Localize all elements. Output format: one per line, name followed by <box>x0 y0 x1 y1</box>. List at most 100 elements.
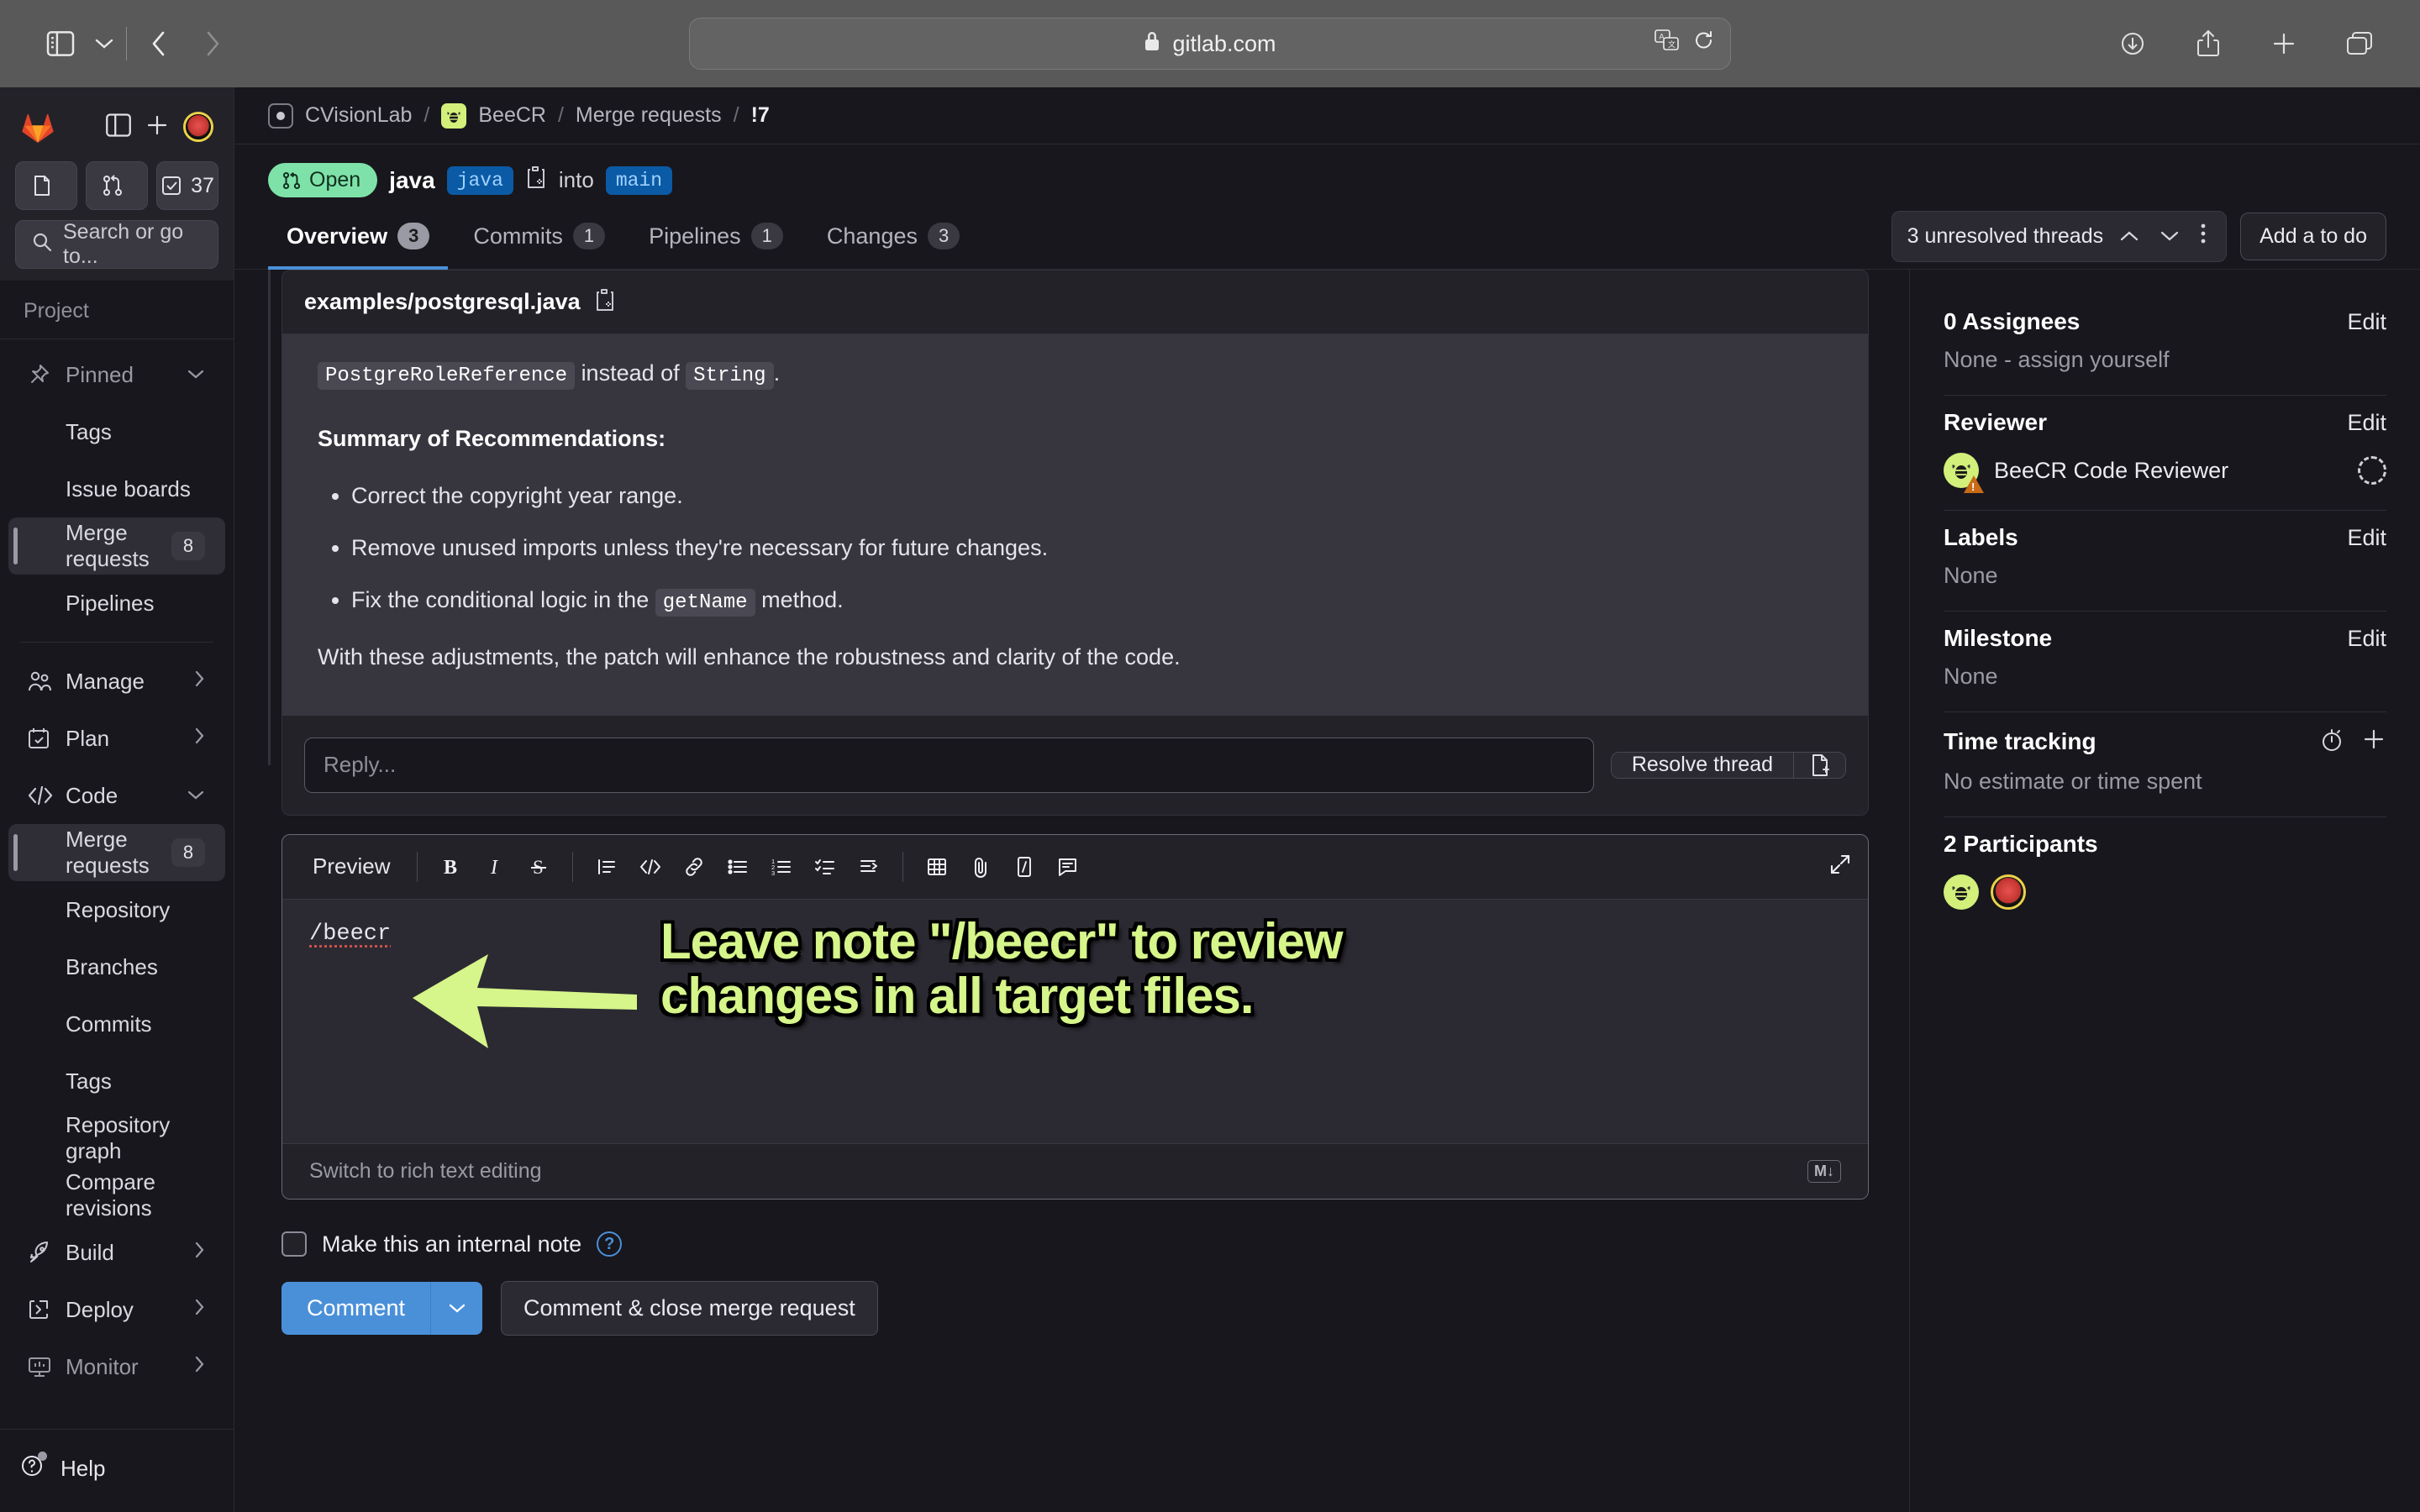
stopwatch-icon[interactable] <box>2319 726 2344 757</box>
sidebar-item-merge-requests-pinned[interactable]: Merge requests 8 <box>8 517 225 575</box>
discussion-filename[interactable]: examples/postgresql.java <box>304 289 581 315</box>
plus-icon[interactable] <box>2361 727 2386 756</box>
gitlab-logo-icon[interactable] <box>20 110 55 144</box>
comment-textarea[interactable]: /beecr Leave note "/beecr" to review cha… <box>282 899 1868 1143</box>
strikethrough-icon[interactable]: S <box>517 847 560 887</box>
chevron-down-icon[interactable] <box>187 365 205 385</box>
dashed-circle-icon[interactable] <box>2358 456 2386 485</box>
tab-changes[interactable]: Changes 3 <box>808 211 978 270</box>
sidebar-toggle-icon[interactable] <box>34 17 87 71</box>
bullet-list-icon[interactable] <box>716 847 760 887</box>
preview-toggle[interactable]: Preview <box>297 850 405 883</box>
plus-icon[interactable] <box>2257 17 2311 71</box>
indent-icon[interactable] <box>847 847 891 887</box>
chevron-right-icon[interactable] <box>193 1241 205 1264</box>
quote-icon[interactable] <box>585 847 629 887</box>
panel-toggle-icon[interactable] <box>106 113 131 141</box>
chevron-up-icon[interactable] <box>2115 224 2144 249</box>
sidebar-item-commits[interactable]: Commits <box>8 995 225 1053</box>
sidebar-item-pinned[interactable]: Pinned <box>8 346 225 403</box>
user-avatar[interactable] <box>183 112 213 142</box>
italic-icon[interactable]: I <box>473 847 517 887</box>
sidebar-item-help[interactable]: Help <box>0 1440 234 1497</box>
share-icon[interactable] <box>2181 17 2235 71</box>
switch-rich-text-link[interactable]: Switch to rich text editing <box>309 1159 542 1184</box>
sidebar-item-branches[interactable]: Branches <box>8 938 225 995</box>
tab-commits[interactable]: Commits 1 <box>455 211 623 270</box>
sidebar-item-monitor[interactable]: Monitor <box>8 1338 225 1395</box>
breadcrumb-section[interactable]: Merge requests <box>576 103 722 128</box>
help-circle-icon[interactable]: ? <box>597 1231 623 1257</box>
chevron-right-icon[interactable] <box>193 727 205 750</box>
back-arrow-icon[interactable] <box>132 17 186 71</box>
create-new-icon[interactable] <box>145 113 170 142</box>
add-todo-button[interactable]: Add a to do <box>2240 213 2386 260</box>
labels-edit-link[interactable]: Edit <box>2347 525 2386 551</box>
resolve-to-issue-icon[interactable] <box>1793 752 1845 778</box>
reviewer-edit-link[interactable]: Edit <box>2347 410 2386 436</box>
internal-note-checkbox[interactable] <box>281 1231 307 1257</box>
tab-overview[interactable]: Overview 3 <box>268 211 449 270</box>
chevron-down-icon[interactable] <box>2155 224 2184 249</box>
bee-avatar-icon[interactable] <box>1944 874 1979 910</box>
ellipsis-vertical-icon[interactable] <box>2196 222 2211 251</box>
resolve-thread-button[interactable]: Resolve thread <box>1611 752 1793 778</box>
downloads-icon[interactable] <box>2106 17 2160 71</box>
assignees-value[interactable]: None - assign yourself <box>1944 347 2386 373</box>
copy-path-icon[interactable] <box>594 287 616 317</box>
sidebar-item-repository-graph[interactable]: Repository graph <box>8 1110 225 1167</box>
address-bar[interactable]: gitlab.com A 文 <box>689 18 1731 70</box>
chevron-right-icon[interactable] <box>193 1298 205 1321</box>
reply-input[interactable]: Reply... <box>304 737 1594 793</box>
tab-overview-icon[interactable] <box>2333 17 2386 71</box>
merge-requests-pill[interactable] <box>86 161 148 210</box>
chevron-down-icon[interactable] <box>187 786 205 806</box>
translate-icon[interactable]: A 文 <box>1655 29 1680 59</box>
table-icon[interactable] <box>915 847 959 887</box>
bold-icon[interactable]: B <box>429 847 473 887</box>
sidebar-item-tags-code[interactable]: Tags <box>8 1053 225 1110</box>
expand-fullscreen-icon[interactable] <box>1828 852 1853 881</box>
numbered-list-icon[interactable]: 123 <box>760 847 803 887</box>
sidebar-item-build[interactable]: Build <box>8 1224 225 1281</box>
sidebar-item-pipelines[interactable]: Pipelines <box>8 575 225 632</box>
chevron-right-icon[interactable] <box>193 669 205 693</box>
comment-button[interactable]: Comment <box>281 1281 431 1335</box>
todos-pill[interactable]: 37 <box>156 161 218 210</box>
sidebar-item-repository[interactable]: Repository <box>8 881 225 938</box>
attachment-icon[interactable] <box>959 847 1002 887</box>
sidebar-item-plan[interactable]: Plan <box>8 710 225 767</box>
sidebar-item-deploy[interactable]: Deploy <box>8 1281 225 1338</box>
breadcrumb-project[interactable]: BeeCR <box>478 103 546 128</box>
task-list-icon[interactable] <box>803 847 847 887</box>
target-branch-chip[interactable]: main <box>605 165 673 195</box>
sidebar-item-manage[interactable]: Manage <box>8 653 225 710</box>
search-input[interactable]: Search or go to... <box>15 220 218 269</box>
comment-template-icon[interactable] <box>1046 847 1090 887</box>
copy-branch-icon[interactable] <box>525 165 547 196</box>
chevron-down-icon[interactable] <box>430 1281 483 1335</box>
sidebar-item-tags[interactable]: Tags <box>8 403 225 460</box>
milestone-edit-link[interactable]: Edit <box>2347 626 2386 652</box>
breadcrumb-group[interactable]: CVisionLab <box>305 103 412 128</box>
tab-pipelines[interactable]: Pipelines 1 <box>630 211 802 270</box>
sidebar-item-merge-requests[interactable]: Merge requests 8 <box>8 824 225 881</box>
forward-arrow-icon[interactable] <box>186 17 239 71</box>
sidebar-item-code[interactable]: Code <box>8 767 225 824</box>
code-icon[interactable] <box>629 847 672 887</box>
reload-icon[interactable] <box>1693 29 1715 59</box>
sidebar-item-compare-revisions[interactable]: Compare revisions <box>8 1167 225 1224</box>
user-avatar[interactable] <box>1991 874 2026 910</box>
assignees-edit-link[interactable]: Edit <box>2347 309 2386 335</box>
reviewer-name[interactable]: BeeCR Code Reviewer <box>1994 458 2228 484</box>
sidebar-item-issue-boards[interactable]: Issue boards <box>8 460 225 517</box>
link-icon[interactable] <box>672 847 716 887</box>
snippet-icon[interactable] <box>1002 847 1046 887</box>
breadcrumb-current[interactable]: !7 <box>751 103 770 128</box>
unresolved-threads-widget[interactable]: 3 unresolved threads <box>1891 211 2228 262</box>
comment-close-mr-button[interactable]: Comment & close merge request <box>501 1280 878 1336</box>
chevron-down-icon[interactable] <box>87 17 121 71</box>
source-branch-chip[interactable]: java <box>446 165 513 195</box>
chevron-right-icon[interactable] <box>193 1355 205 1378</box>
issues-pill[interactable] <box>15 161 77 210</box>
